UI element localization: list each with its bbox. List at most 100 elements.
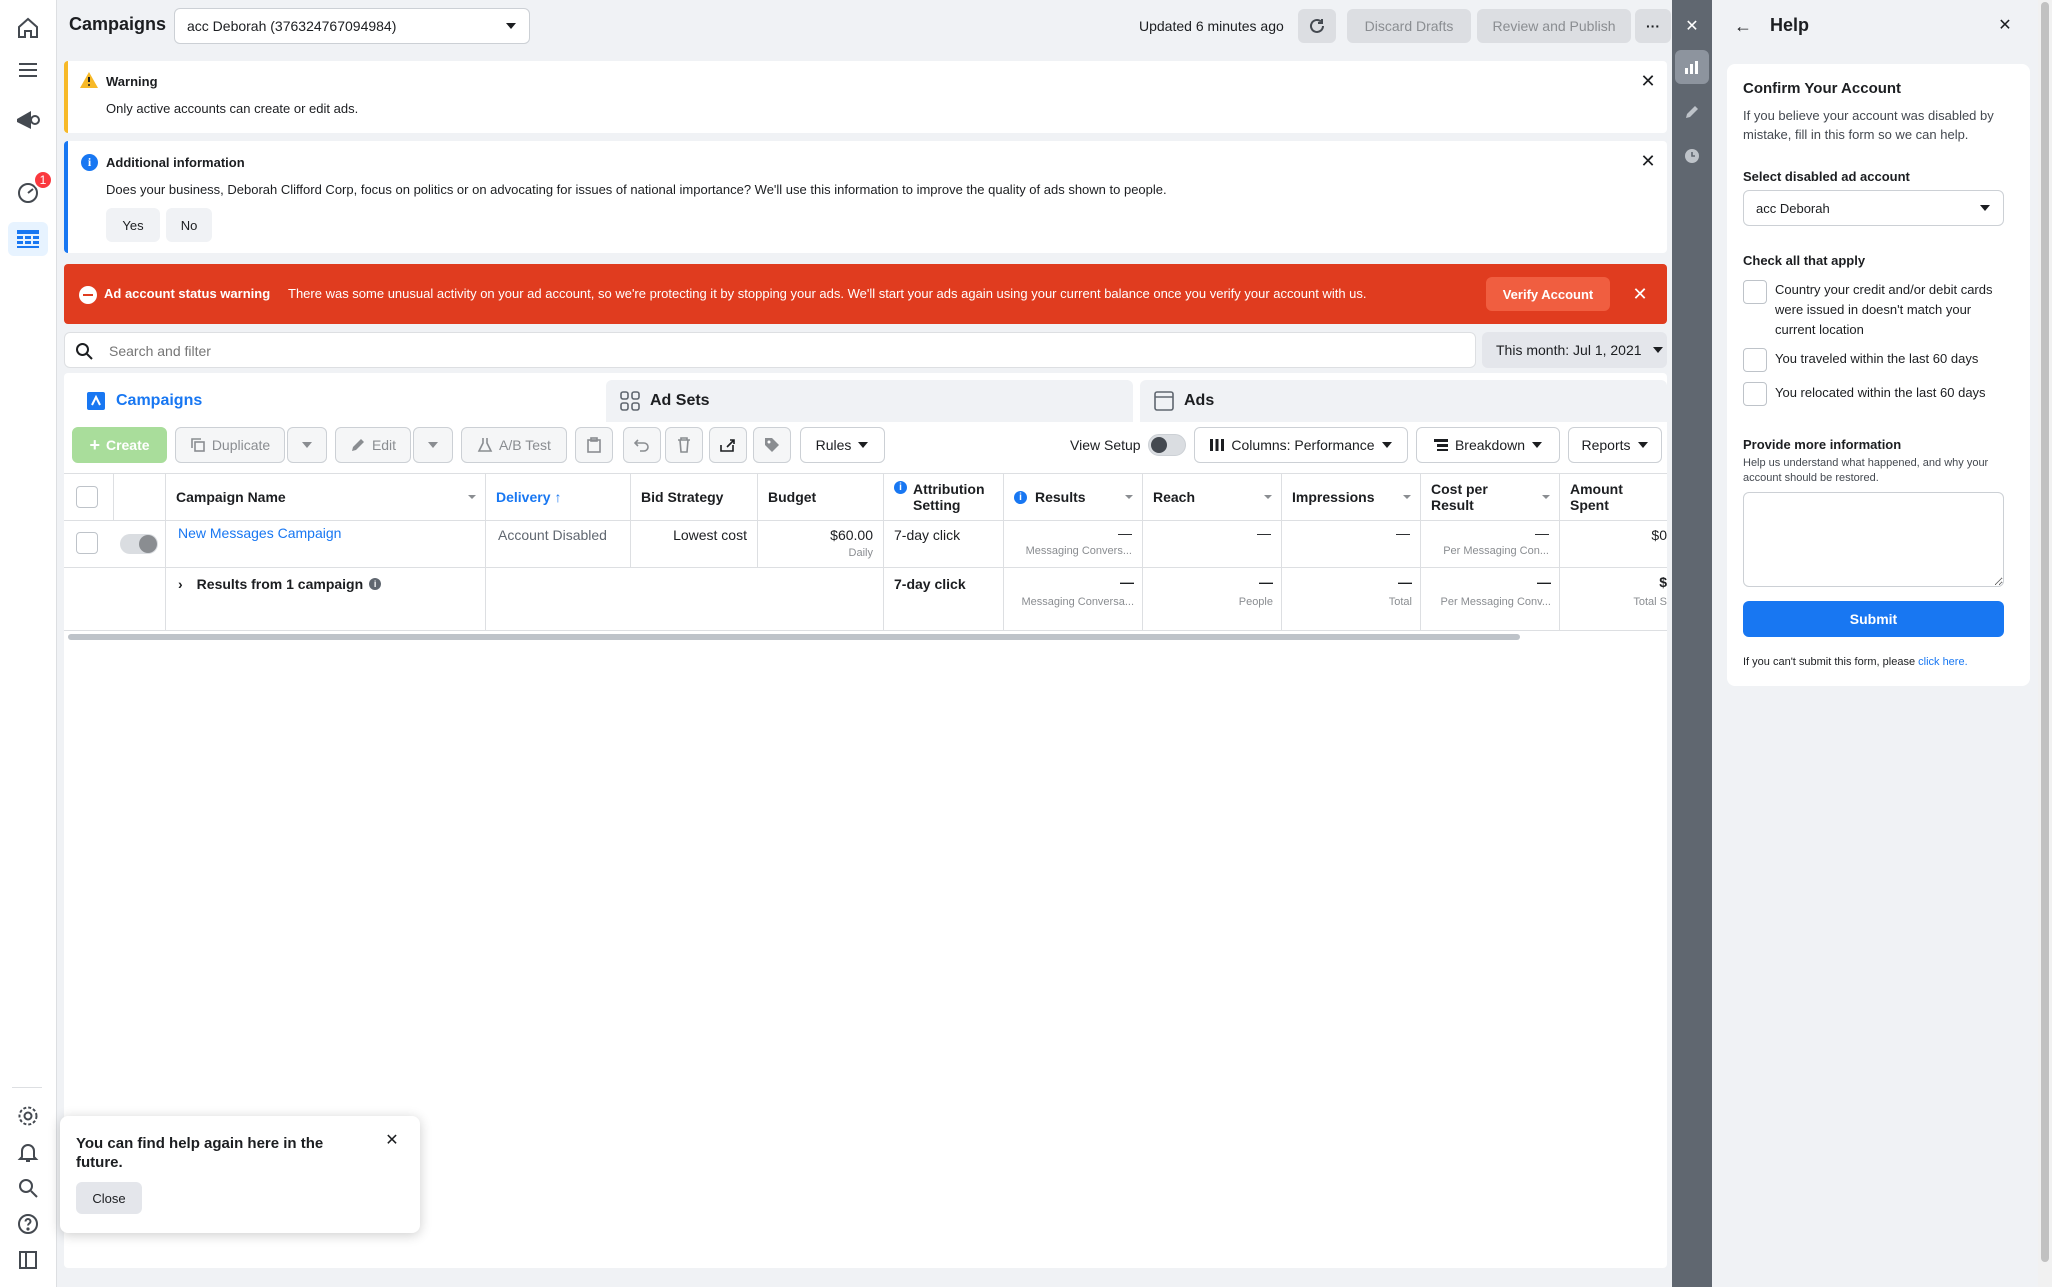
column-reach[interactable]: Reach <box>1143 473 1282 521</box>
help-icon[interactable] <box>14 1210 42 1238</box>
close-icon[interactable]: ✕ <box>1995 15 2015 35</box>
option-country-checkbox[interactable] <box>1743 280 1767 304</box>
close-icon[interactable]: ✕ <box>1638 151 1658 171</box>
close-icon[interactable]: ✕ <box>1682 16 1702 36</box>
campaign-toggle[interactable] <box>120 534 158 554</box>
create-button[interactable]: + Create <box>72 427 167 463</box>
submit-button[interactable]: Submit <box>1743 601 2004 637</box>
results-cell: — Messaging Convers... <box>1004 521 1143 568</box>
bell-icon[interactable] <box>14 1138 42 1166</box>
disabled-account-select[interactable]: acc Deborah <box>1743 190 2004 226</box>
tooltip-close-button[interactable]: Close <box>76 1182 142 1214</box>
column-budget[interactable]: Budget <box>758 473 884 521</box>
megaphone-icon[interactable] <box>14 106 42 134</box>
rules-button[interactable]: Rules <box>800 427 885 463</box>
header-label: Delivery <box>496 489 551 505</box>
menu-icon[interactable] <box>14 56 42 84</box>
chart-icon[interactable] <box>1675 50 1709 84</box>
cpr-value: — <box>1535 525 1549 541</box>
verify-account-button[interactable]: Verify Account <box>1486 277 1610 311</box>
column-results[interactable]: i Results <box>1004 473 1143 521</box>
tab-campaigns[interactable]: Campaigns <box>70 377 600 425</box>
totals-reach-sub: People <box>1238 596 1273 608</box>
totals-cpr-sub: Per Messaging Conv... <box>1440 596 1551 608</box>
columns-button[interactable]: Columns: Performance <box>1194 427 1408 463</box>
tag-button[interactable] <box>753 427 791 463</box>
account-select[interactable]: acc Deborah (376324767094984) <box>174 8 530 44</box>
search-input[interactable] <box>109 339 1459 363</box>
column-campaign-name[interactable]: Campaign Name <box>165 473 486 521</box>
pencil-icon[interactable] <box>1684 104 1700 120</box>
date-range-picker[interactable]: This month: Jul 1, 2021 <box>1482 332 1667 368</box>
totals-cpr-value: — <box>1537 574 1551 590</box>
export-button[interactable] <box>709 427 747 463</box>
chevron-down-icon <box>1125 495 1133 499</box>
sidebar-toggle-icon[interactable] <box>14 1246 42 1274</box>
header-label: Impressions <box>1292 489 1375 505</box>
scrollbar-thumb[interactable] <box>2041 2 2049 1262</box>
tab-adsets[interactable]: Ad Sets <box>606 380 1133 422</box>
date-range-value: This month: Jul 1, 2021 <box>1496 342 1642 358</box>
home-icon[interactable] <box>14 14 42 42</box>
campaign-name-link[interactable]: New Messages Campaign <box>178 525 341 541</box>
more-options-button[interactable]: ··· <box>1635 9 1671 43</box>
back-arrow-icon[interactable]: ← <box>1734 16 1752 37</box>
more-info-textarea[interactable] <box>1743 492 2004 587</box>
refresh-button[interactable] <box>1298 9 1336 43</box>
edit-button[interactable]: Edit <box>335 427 411 463</box>
horizontal-scrollbar[interactable] <box>68 634 1520 640</box>
header-label: Amount Spent <box>1570 481 1623 513</box>
option-traveled-checkbox[interactable] <box>1743 348 1767 372</box>
clipboard-button[interactable] <box>575 427 613 463</box>
duplicate-dropdown[interactable] <box>287 427 327 463</box>
help-footer: If you can't submit this form, please cl… <box>1743 656 1968 668</box>
vertical-scrollbar[interactable] <box>2038 0 2052 1287</box>
select-all-checkbox[interactable] <box>76 486 98 508</box>
column-cost-per-result[interactable]: Cost per Result <box>1421 473 1560 521</box>
option-relocated-checkbox[interactable] <box>1743 382 1767 406</box>
search-icon[interactable] <box>14 1174 42 1202</box>
delete-button[interactable] <box>665 427 703 463</box>
breakdown-button[interactable]: Breakdown <box>1416 427 1560 463</box>
gear-icon[interactable] <box>14 1102 42 1130</box>
account-select-value: acc Deborah (376324767094984) <box>187 18 397 34</box>
help-footer-text: If you can't submit this form, please <box>1743 656 1919 668</box>
ab-test-button[interactable]: A/B Test <box>461 427 567 463</box>
top-bar: Campaigns acc Deborah (376324767094984) … <box>57 0 1672 52</box>
close-icon[interactable]: ✕ <box>382 1130 402 1150</box>
click-here-link[interactable]: click here. <box>1918 656 1968 668</box>
budget-value: $60.00 <box>830 527 873 543</box>
undo-button[interactable] <box>623 427 661 463</box>
delivery-cell: Account Disabled <box>486 521 631 568</box>
bid-strategy-cell: Lowest cost <box>631 521 758 568</box>
column-delivery[interactable]: Delivery ↑ <box>486 473 631 521</box>
ads-manager-table-icon[interactable] <box>8 222 48 256</box>
tab-campaigns-label: Campaigns <box>116 392 203 409</box>
column-impressions[interactable]: Impressions <box>1282 473 1421 521</box>
duplicate-button[interactable]: Duplicate <box>175 427 285 463</box>
discard-drafts-button[interactable]: Discard Drafts <box>1347 9 1471 43</box>
column-amount-spent[interactable]: Amount Spent <box>1560 473 1667 521</box>
reports-button[interactable]: Reports <box>1568 427 1662 463</box>
search-bar[interactable] <box>64 332 1476 368</box>
close-icon[interactable]: ✕ <box>1638 71 1658 91</box>
clock-icon[interactable] <box>1684 148 1700 164</box>
review-publish-button[interactable]: Review and Publish <box>1477 9 1631 43</box>
column-bid-strategy[interactable]: Bid Strategy <box>631 473 758 521</box>
option-traveled-label: You traveled within the last 60 days <box>1775 351 1979 366</box>
tab-ads[interactable]: Ads <box>1140 380 1667 422</box>
row-checkbox[interactable] <box>76 532 98 554</box>
view-setup-toggle[interactable] <box>1148 434 1186 456</box>
totals-label-cell: › Results from 1 campaign i <box>165 568 486 631</box>
chevron-right-icon[interactable]: › <box>178 576 183 592</box>
column-attribution[interactable]: i Attribution Setting <box>884 473 1004 521</box>
edit-dropdown[interactable] <box>413 427 453 463</box>
no-button[interactable]: No <box>166 208 212 242</box>
tooltip-text: You can find help again here in the futu… <box>76 1135 324 1171</box>
help-tooltip: You can find help again here in the futu… <box>60 1116 420 1233</box>
chevron-down-icon <box>858 442 869 448</box>
close-icon[interactable]: ✕ <box>1630 284 1650 304</box>
notification-badge: 1 <box>33 170 53 190</box>
ab-test-label: A/B Test <box>499 437 551 453</box>
yes-button[interactable]: Yes <box>106 208 160 242</box>
